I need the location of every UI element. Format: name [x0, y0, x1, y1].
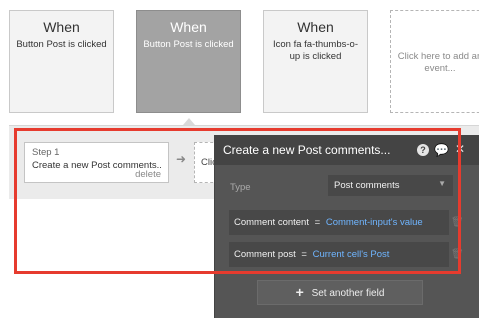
- trash-icon[interactable]: 🗑: [451, 217, 464, 228]
- event-subtitle: Button Post is clicked: [16, 39, 107, 50]
- field-value-expression[interactable]: Current cell's Post: [313, 249, 390, 260]
- type-label: Type: [230, 182, 251, 193]
- step-number: Step 1: [32, 147, 60, 158]
- arrow-right-icon: ➜: [176, 152, 187, 166]
- panel-header: Create a new Post comments... ? 💬 ✕: [215, 135, 479, 165]
- type-value: Post comments: [334, 180, 400, 191]
- help-icon[interactable]: ?: [417, 144, 429, 156]
- delete-step-link[interactable]: delete: [135, 169, 161, 180]
- chevron-down-icon: ▼: [438, 179, 446, 188]
- equals-sign: =: [314, 217, 321, 228]
- event-subtitle: Icon fa fa-thumbs-o-up is clicked: [272, 39, 358, 62]
- field-comment-post[interactable]: Comment post = Current cell's Post: [229, 242, 449, 267]
- set-another-field-label: Set another field: [311, 288, 385, 299]
- event-title: When: [170, 19, 207, 35]
- add-event-label: Click here to add an event...: [397, 51, 479, 74]
- plus-icon: +: [295, 284, 304, 300]
- field-comment-content[interactable]: Comment content = Comment-input's value: [229, 210, 449, 235]
- event-subtitle: Button Post is clicked: [143, 39, 234, 50]
- close-icon[interactable]: ✕: [455, 142, 465, 156]
- event-title: When: [297, 19, 334, 35]
- panel-title: Create a new Post comments...: [223, 143, 391, 157]
- event-card-thumbs-up[interactable]: When Icon fa fa-thumbs-o-up is clicked: [263, 10, 368, 113]
- action-property-editor: Create a new Post comments... ? 💬 ✕ Type…: [214, 135, 479, 318]
- workflow-step-1[interactable]: Step 1 Create a new Post comments... del…: [24, 142, 169, 183]
- set-another-field-button[interactable]: + Set another field: [257, 280, 423, 305]
- trash-icon[interactable]: 🗑: [451, 249, 464, 260]
- field-name: Comment post: [234, 249, 296, 260]
- equals-sign: =: [301, 249, 307, 260]
- field-value-expression[interactable]: Comment-input's value: [326, 217, 423, 228]
- selected-event-indicator: [183, 118, 195, 125]
- event-title: When: [43, 19, 80, 35]
- type-dropdown[interactable]: Post comments ▼: [328, 175, 453, 196]
- event-card-button-post-selected[interactable]: When Button Post is clicked: [136, 10, 241, 113]
- field-name: Comment content: [234, 217, 309, 228]
- add-event-card[interactable]: Click here to add an event...: [390, 10, 479, 113]
- event-card-button-post[interactable]: When Button Post is clicked: [9, 10, 114, 113]
- comment-icon[interactable]: 💬: [434, 143, 449, 157]
